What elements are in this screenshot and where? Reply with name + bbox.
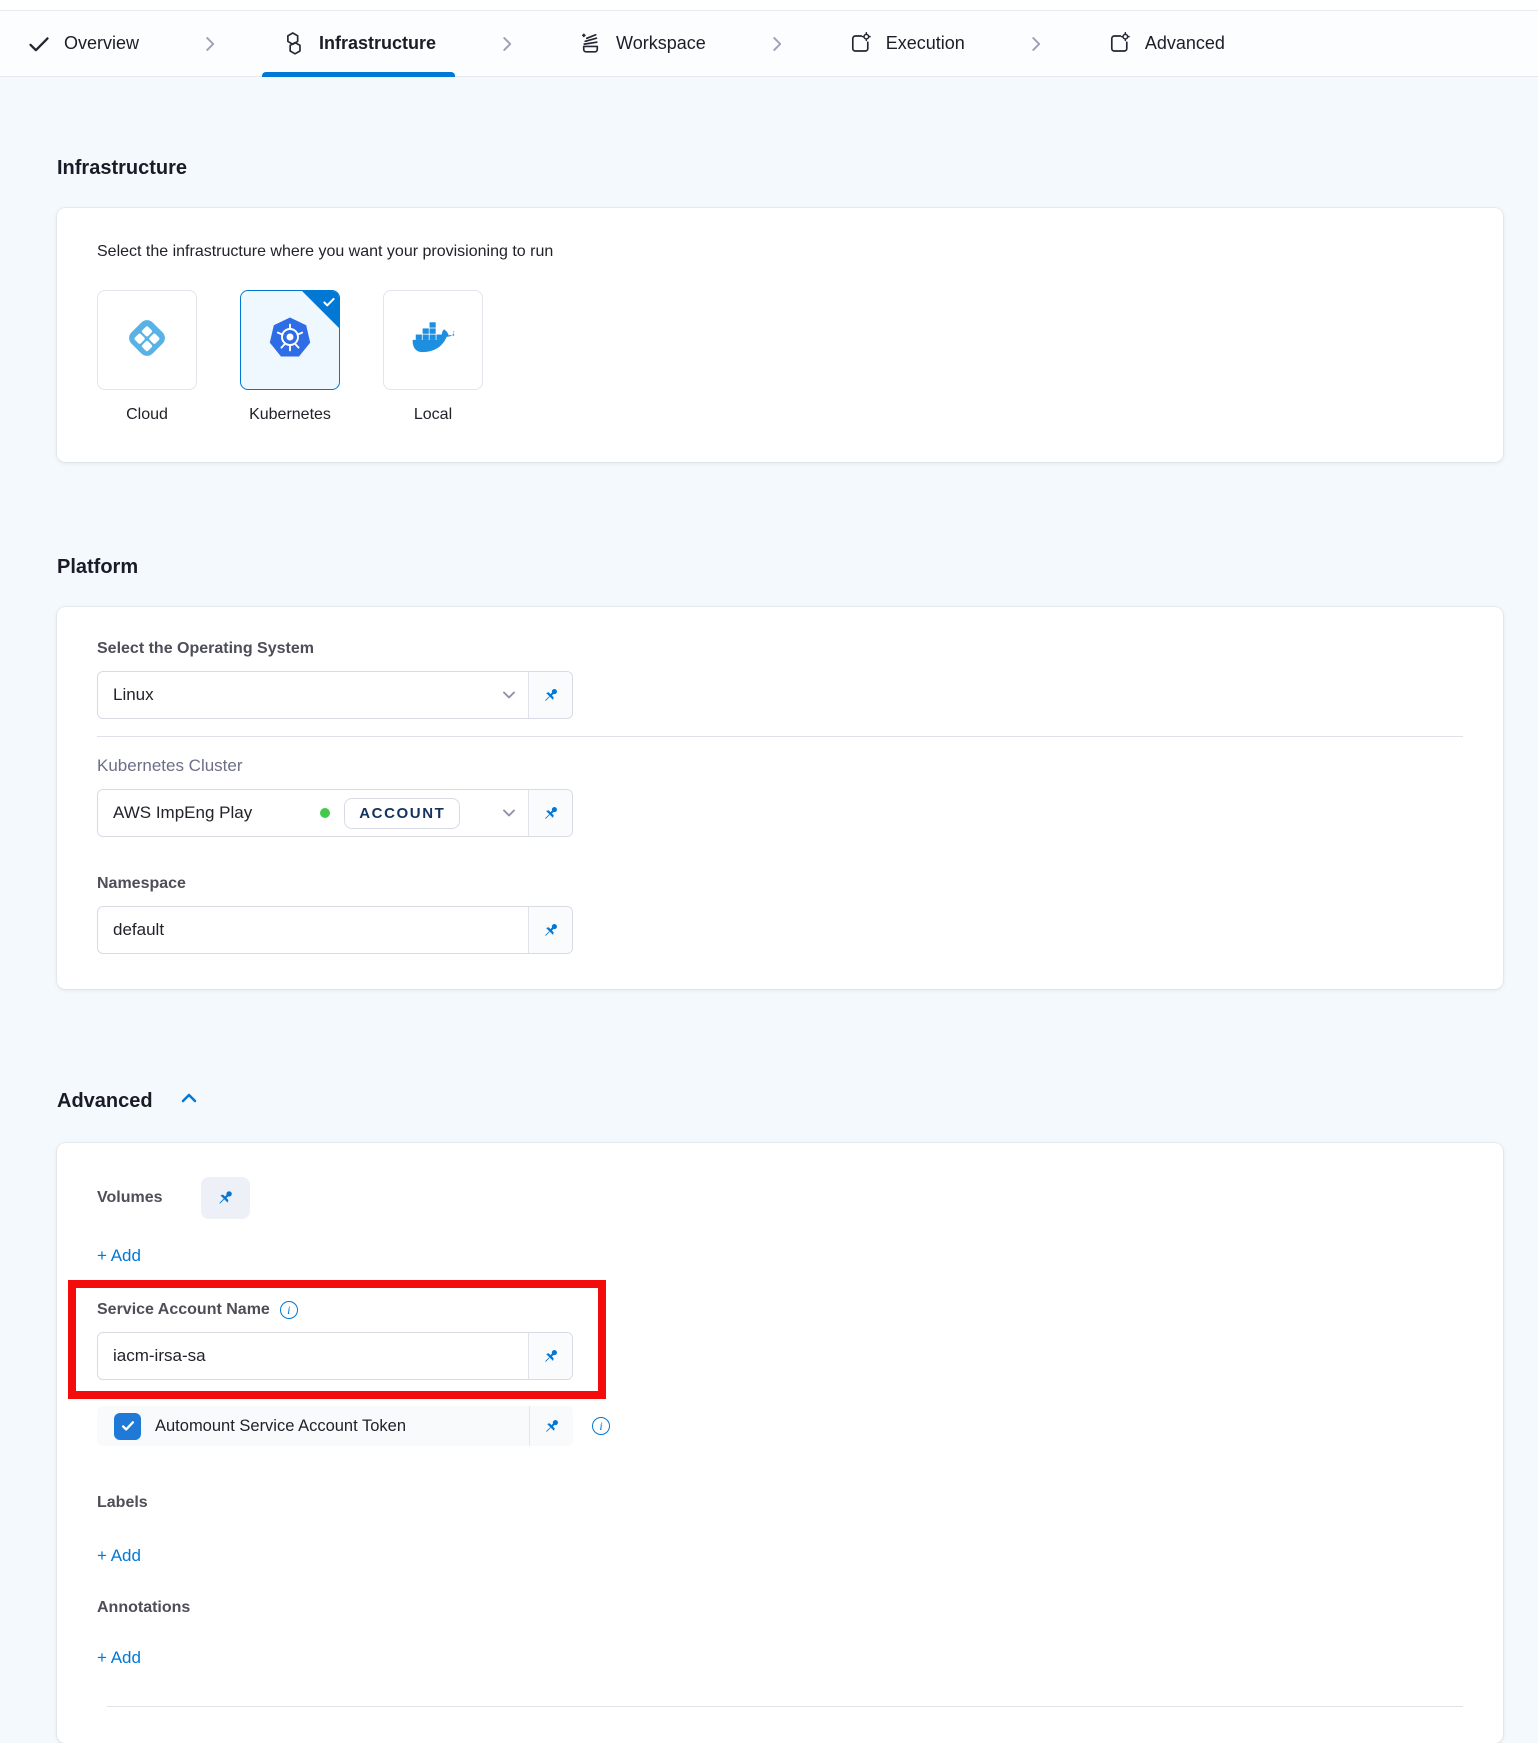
namespace-input-value: default: [98, 920, 528, 940]
info-icon[interactable]: [280, 1301, 298, 1319]
tab-advanced-label: Advanced: [1145, 33, 1225, 54]
infrastructure-section-title: Infrastructure: [57, 157, 1503, 180]
selected-check-icon: [322, 295, 336, 314]
volumes-row: Volumes: [97, 1177, 1463, 1219]
cloud-tile-label: Cloud: [126, 406, 168, 424]
volumes-pin-button[interactable]: [201, 1177, 250, 1219]
cluster-select[interactable]: AWS ImpEng Play ACCOUNT: [97, 789, 573, 837]
cluster-pin-button[interactable]: [528, 790, 572, 836]
page-top-dots: [0, 0, 1538, 11]
chevron-down-icon: [490, 686, 528, 704]
infra-option-kubernetes: Kubernetes: [240, 290, 340, 424]
divider: [97, 736, 1463, 737]
page-body: Infrastructure Select the infrastructure…: [0, 77, 1538, 1743]
chevron-right-icon: [1025, 33, 1047, 55]
docker-whale-icon: [410, 315, 456, 366]
automount-label: Automount Service Account Token: [155, 1417, 529, 1436]
tab-execution[interactable]: Execution: [829, 11, 984, 76]
cluster-select-value: AWS ImpEng Play ACCOUNT: [98, 798, 490, 829]
infrastructure-prompt: Select the infrastructure where you want…: [97, 243, 1463, 261]
cluster-label: Kubernetes Cluster: [97, 756, 1463, 776]
automount-row-wrap: Automount Service Account Token: [97, 1406, 1463, 1446]
advanced-card: Volumes + Add Service Account Name iacm-…: [57, 1143, 1503, 1743]
advanced-section-title: Advanced: [57, 1087, 1503, 1115]
automount-checkbox[interactable]: [114, 1413, 141, 1440]
divider: [107, 1706, 1463, 1707]
labels-label: Labels: [97, 1494, 1463, 1512]
chevron-right-icon: [199, 33, 221, 55]
execution-box-gear-icon: [848, 31, 873, 56]
service-account-pin-button[interactable]: [528, 1333, 572, 1379]
check-icon: [27, 32, 51, 56]
namespace-pin-button[interactable]: [528, 907, 572, 953]
os-pin-button[interactable]: [528, 672, 572, 718]
automount-row: Automount Service Account Token: [97, 1406, 573, 1446]
namespace-label: Namespace: [97, 875, 1463, 893]
service-account-label: Service Account Name: [97, 1301, 270, 1319]
infrastructure-hexagons-icon: [281, 31, 306, 56]
chevron-right-icon: [496, 33, 518, 55]
os-select[interactable]: Linux: [97, 671, 573, 719]
tab-infrastructure-label: Infrastructure: [319, 33, 436, 54]
connector-status-dot: [320, 808, 330, 818]
infrastructure-card: Select the infrastructure where you want…: [57, 208, 1503, 462]
wizard-tab-bar: Overview Infrastructure Workspace: [0, 11, 1538, 77]
cluster-name: AWS ImpEng Play: [113, 803, 252, 823]
add-annotation-link[interactable]: + Add: [97, 1648, 141, 1668]
tab-infrastructure[interactable]: Infrastructure: [262, 11, 455, 76]
highlight-annotation-box: Service Account Name iacm-irsa-sa: [68, 1280, 606, 1399]
platform-card: Select the Operating System Linux Kubern…: [57, 607, 1503, 989]
local-tile-label: Local: [414, 406, 452, 424]
infrastructure-tiles: Cloud: [97, 290, 1463, 424]
advanced-section-heading: Advanced: [57, 1090, 153, 1113]
collapse-chevron-up-icon[interactable]: [178, 1087, 200, 1115]
tab-workspace[interactable]: Workspace: [559, 11, 725, 76]
local-tile[interactable]: [383, 290, 483, 390]
kubernetes-tile-label: Kubernetes: [249, 406, 331, 424]
spacer: [97, 837, 1463, 875]
os-label: Select the Operating System: [97, 640, 1463, 658]
tab-overview-label: Overview: [64, 33, 139, 54]
chevron-right-icon: [766, 33, 788, 55]
volumes-label: Volumes: [97, 1189, 163, 1207]
infra-option-local: Local: [383, 290, 483, 424]
tab-advanced[interactable]: Advanced: [1088, 11, 1244, 76]
service-account-input[interactable]: iacm-irsa-sa: [97, 1332, 573, 1380]
namespace-input[interactable]: default: [97, 906, 573, 954]
add-label-link[interactable]: + Add: [97, 1546, 141, 1566]
annotations-label: Annotations: [97, 1599, 1463, 1617]
service-account-input-value: iacm-irsa-sa: [98, 1346, 528, 1366]
tab-overview[interactable]: Overview: [27, 11, 158, 76]
service-account-label-row: Service Account Name: [97, 1301, 598, 1319]
add-volume-link[interactable]: + Add: [97, 1246, 141, 1266]
info-icon[interactable]: [592, 1417, 610, 1435]
advanced-box-gear-icon: [1107, 31, 1132, 56]
chevron-down-icon: [490, 804, 528, 822]
cloud-tile[interactable]: [97, 290, 197, 390]
workspace-stack-icon: [578, 31, 603, 56]
platform-section-title: Platform: [57, 556, 1503, 579]
cloud-icon: [124, 315, 170, 366]
kubernetes-tile[interactable]: [240, 290, 340, 390]
tab-workspace-label: Workspace: [616, 33, 706, 54]
scope-badge: ACCOUNT: [344, 798, 460, 829]
os-select-value: Linux: [98, 685, 490, 705]
tab-execution-label: Execution: [886, 33, 965, 54]
infra-option-cloud: Cloud: [97, 290, 197, 424]
automount-pin-button[interactable]: [529, 1406, 573, 1446]
